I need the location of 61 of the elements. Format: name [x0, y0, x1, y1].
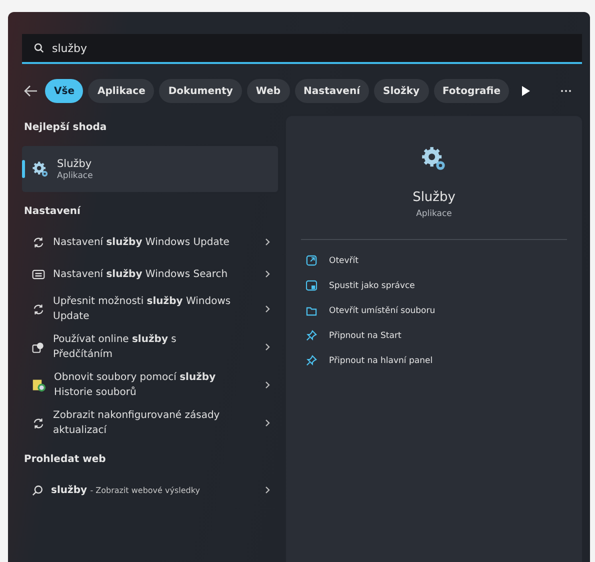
filter-tab[interactable]: Nastavení: [294, 79, 369, 103]
settings-result[interactable]: Nastavení služby Windows Update: [22, 226, 278, 258]
web-query: služby - Zobrazit webové výsledky: [51, 484, 201, 496]
section-heading: Prohledat web: [23, 453, 107, 467]
gears-icon: [421, 146, 447, 172]
search-icon: [34, 43, 44, 53]
back-button[interactable]: [22, 83, 40, 99]
action-item[interactable]: Otevřít: [286, 248, 582, 273]
gears-icon: [32, 160, 49, 178]
pin-icon: [306, 330, 317, 341]
detail-title: Služby: [412, 190, 456, 205]
settings-result[interactable]: Zobrazit nakonfigurované zásady aktualizací: [22, 404, 278, 442]
open-icon: [306, 255, 317, 266]
detail-subtitle: Aplikace: [416, 209, 452, 219]
result-text: Nastavení služby Windows Update: [53, 236, 230, 250]
chevron-icon: [265, 305, 270, 313]
result-text: Používat online služby s Předčítáním: [53, 333, 178, 362]
sync-icon: [32, 302, 45, 316]
action-item[interactable]: Otevřít umístění souboru: [286, 298, 582, 323]
settings-result[interactable]: Obnovit soubory pomocí služby Historie souborů: [22, 366, 278, 404]
speech-icon: [32, 340, 45, 354]
result-text: Nastavení služby Windows Search: [53, 268, 229, 282]
filter-tab[interactable]: Fotografie: [434, 79, 510, 103]
web-result[interactable]: služby - Zobrazit webové výsledky: [22, 474, 278, 506]
settings-result[interactable]: Upřesnit možnosti služby Windows Update: [22, 290, 278, 328]
best-match-item[interactable]: Služby Aplikace: [22, 146, 278, 192]
result-text: Zobrazit nakonfigurované zásady aktualizací: [53, 409, 221, 438]
chevron-icon: [265, 343, 270, 351]
window-icon: [306, 280, 317, 291]
pin-icon: [306, 355, 317, 366]
selection-indicator: [22, 160, 25, 178]
folder-history-icon: [32, 378, 46, 392]
filter-tab[interactable]: Dokumenty: [159, 79, 242, 103]
chevron-icon: [265, 238, 270, 246]
search-icon: [32, 484, 43, 496]
section-heading: Nejlepší shoda: [23, 121, 108, 135]
filter-tab[interactable]: Aplikace: [88, 79, 154, 103]
folder-icon: [306, 306, 317, 316]
search-text: služby: [52, 42, 88, 54]
app-type: Aplikace: [57, 170, 93, 180]
settings-result[interactable]: Používat online služby s Předčítáním: [22, 328, 278, 366]
section-heading: Nastavení: [23, 205, 82, 219]
result-text: Upřesnit možnosti služby Windows Update: [53, 295, 232, 324]
filter-tab[interactable]: Vše: [45, 79, 84, 103]
search-field[interactable]: služby: [22, 34, 582, 64]
action-item[interactable]: Připnout na hlavní panel: [286, 348, 582, 373]
filter-tab[interactable]: Web: [246, 79, 290, 103]
chevron-icon: [265, 381, 270, 389]
result-text: Obnovit soubory pomocí služby Historie souborů: [54, 371, 217, 400]
action-item[interactable]: Připnout na Start: [286, 323, 582, 348]
settings-result[interactable]: Nastavení služby Windows Search: [22, 258, 278, 290]
filter-tab[interactable]: Složky: [374, 79, 428, 103]
app-title: Služby: [57, 158, 93, 170]
keyboard-icon: [32, 268, 45, 280]
sync-icon: [32, 416, 45, 430]
chevron-icon: [265, 419, 270, 427]
action-item[interactable]: Spustit jako správce: [286, 273, 582, 298]
chevron-icon: [265, 270, 270, 278]
play-icon[interactable]: [519, 84, 532, 98]
chevron-icon: [265, 486, 270, 494]
sync-icon: [32, 236, 45, 248]
